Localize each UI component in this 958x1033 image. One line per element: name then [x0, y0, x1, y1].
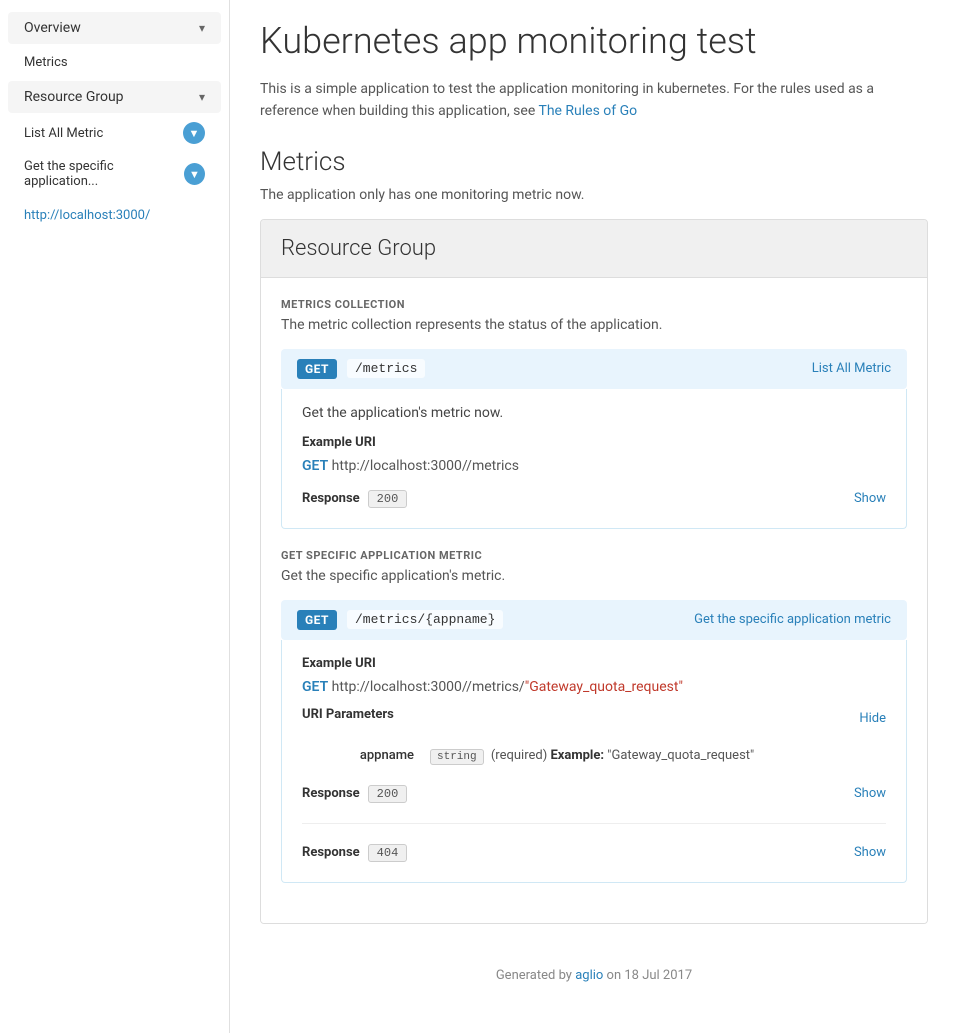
sidebar-section-resource-group: Resource Group ▾ List All Metric ▼ Get t… — [0, 81, 229, 196]
sidebar-item-list-all-metric[interactable]: List All Metric ▼ — [8, 115, 221, 151]
example-uri-title-1: Example URI — [302, 435, 886, 450]
aglio-link[interactable]: aglio — [575, 968, 603, 983]
resource-group-body: METRICS COLLECTION The metric collection… — [261, 278, 927, 923]
sidebar-resource-group-label: Resource Group — [24, 89, 124, 105]
show-link-200-2[interactable]: Show — [854, 786, 886, 801]
sidebar-section-overview: Overview ▾ — [0, 12, 229, 44]
get-specific-endpoint-row[interactable]: GET /metrics/{appname} Get the specific … — [281, 600, 907, 640]
footer-text: Generated by — [496, 968, 572, 983]
response-label-1: Response — [302, 491, 360, 506]
sidebar: Overview ▾ Metrics Resource Group ▾ List… — [0, 0, 230, 1033]
sidebar-overview-header[interactable]: Overview ▾ — [8, 12, 221, 44]
response-label-200-2: Response — [302, 786, 360, 801]
param-type-badge: string — [430, 749, 484, 765]
list-all-metric-label[interactable]: List All Metric — [812, 361, 891, 376]
sidebar-get-specific-label: Get the specific application... — [24, 159, 184, 189]
example-uri-2: GET http://localhost:3000//metrics/"Gate… — [302, 679, 886, 695]
response-row-404: Response 404 Show — [302, 840, 886, 866]
footer-date: on 18 Jul 2017 — [607, 968, 693, 983]
param-required: (required) — [491, 748, 547, 763]
param-example-label: Example: — [550, 748, 604, 763]
show-link-1[interactable]: Show — [854, 491, 886, 506]
example-get-text-2: GET — [302, 679, 328, 695]
example-uri-1: GET http://localhost:3000//metrics — [302, 458, 886, 474]
response-row-200-2: Response 200 Show — [302, 781, 886, 807]
response-divider — [302, 823, 886, 824]
example-uri-title-2: Example URI — [302, 656, 886, 671]
main-content: Kubernetes app monitoring test This is a… — [230, 0, 958, 1033]
response-left-200-2: Response 200 — [302, 785, 407, 803]
list-all-metric-endpoint-row[interactable]: GET /metrics List All Metric — [281, 349, 907, 389]
list-all-metric-description: Get the application's metric now. — [302, 405, 886, 421]
response-left-404: Response 404 — [302, 844, 407, 862]
response-left-1: Response 200 — [302, 490, 407, 508]
endpoint-path-specific: /metrics/{appname} — [347, 610, 503, 629]
rules-of-go-link[interactable]: The Rules of Go — [538, 103, 637, 119]
metrics-collection-title: METRICS COLLECTION — [281, 298, 907, 311]
response-row-200-1: Response 200 Show — [302, 486, 886, 512]
sidebar-item-get-specific[interactable]: Get the specific application... ▼ — [8, 152, 221, 196]
status-badge-200-1: 200 — [368, 490, 408, 508]
chevron-down-icon: ▾ — [199, 21, 205, 35]
example-uri-path-1: /metrics — [466, 458, 519, 474]
sidebar-list-all-metric-label: List All Metric — [24, 126, 103, 141]
endpoint-left: GET /metrics — [297, 359, 425, 379]
resource-group-title: Resource Group — [261, 220, 927, 278]
sidebar-overview-label: Overview — [24, 20, 81, 36]
endpoint-left-specific: GET /metrics/{appname} — [297, 610, 503, 630]
section-title: Metrics — [260, 147, 928, 177]
params-table: appname string (required) Example: "Gate… — [302, 742, 886, 769]
example-uri-plain-2: http://localhost:3000/ — [332, 679, 467, 695]
sidebar-localhost-link[interactable]: http://localhost:3000/ — [8, 200, 221, 231]
page-description: This is a simple application to test the… — [260, 78, 928, 123]
footer: Generated by aglio on 18 Jul 2017 — [260, 948, 928, 993]
sidebar-item-metrics[interactable]: Metrics — [8, 48, 221, 77]
get-specific-detail: Example URI GET http://localhost:3000//m… — [281, 640, 907, 883]
hide-link[interactable]: Hide — [859, 711, 886, 726]
get-badge-metrics: GET — [297, 359, 337, 379]
sidebar-resource-group-header[interactable]: Resource Group ▾ — [8, 81, 221, 113]
endpoint-path-metrics: /metrics — [347, 359, 425, 378]
uri-params-title: URI Parameters — [302, 707, 394, 722]
param-example-value: "Gateway_quota_request" — [607, 748, 754, 763]
example-uri-plain-1: http://localhost:3000/ — [332, 458, 467, 474]
get-specific-section: GET SPECIFIC APPLICATION METRIC Get the … — [281, 549, 907, 883]
param-name: appname — [302, 742, 422, 769]
response-label-404: Response — [302, 845, 360, 860]
list-all-metric-detail: Get the application's metric now. Exampl… — [281, 389, 907, 529]
status-badge-404: 404 — [368, 844, 408, 862]
resource-group-card: Resource Group METRICS COLLECTION The me… — [260, 219, 928, 924]
sidebar-badge-icon: ▼ — [189, 127, 200, 140]
example-uri-path-2: /metrics/ — [466, 679, 525, 695]
metrics-collection-description: The metric collection represents the sta… — [281, 317, 907, 333]
status-badge-200-2: 200 — [368, 785, 408, 803]
sidebar-badge-list-all: ▼ — [183, 122, 205, 144]
show-link-404[interactable]: Show — [854, 845, 886, 860]
example-get-text-1: GET — [302, 458, 328, 474]
get-specific-title: GET SPECIFIC APPLICATION METRIC — [281, 549, 907, 562]
page-title: Kubernetes app monitoring test — [260, 20, 928, 62]
param-row: appname string (required) Example: "Gate… — [302, 742, 886, 769]
get-specific-description: Get the specific application's metric. — [281, 568, 907, 584]
get-specific-endpoint-label[interactable]: Get the specific application metric — [694, 612, 891, 627]
sidebar-metrics-label: Metrics — [24, 55, 68, 70]
chevron-down-icon: ▾ — [199, 90, 205, 104]
uri-params-header: URI Parameters Hide — [302, 707, 886, 730]
get-badge-specific: GET — [297, 610, 337, 630]
sidebar-badge-get-specific-icon: ▼ — [189, 168, 200, 181]
param-details: string (required) Example: "Gateway_quot… — [422, 742, 886, 769]
example-uri-highlight-2: "Gateway_quota_request" — [525, 679, 683, 695]
sidebar-badge-get-specific: ▼ — [184, 163, 205, 185]
section-subtitle: The application only has one monitoring … — [260, 187, 928, 203]
sidebar-section-metrics: Metrics — [0, 48, 229, 77]
